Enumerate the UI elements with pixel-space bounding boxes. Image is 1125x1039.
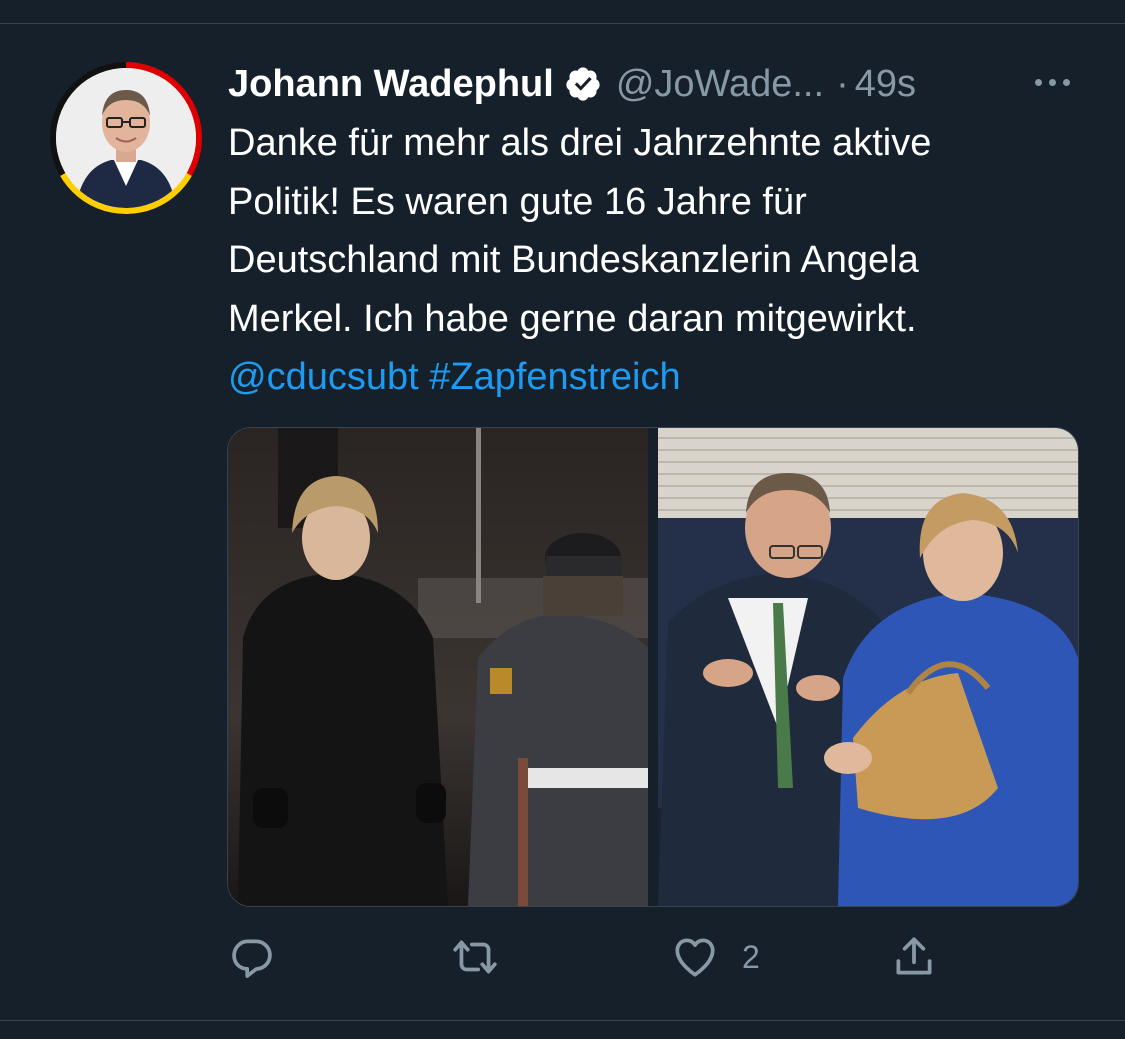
share-icon [896,937,932,975]
top-divider [0,23,1125,24]
more-dot [1062,78,1070,86]
verified-badge-icon [564,65,602,103]
tweet-text-line: Merkel. Ich habe gerne daran mitgewirkt. [228,297,917,340]
more-dot [1034,78,1042,86]
like-button[interactable]: 2 [670,925,760,989]
retweet-button[interactable] [450,925,500,989]
media-photo-right[interactable] [658,428,1078,906]
author-name[interactable]: Johann Wadephul [228,63,554,106]
tweet-text-line: Danke für mehr als drei Jahrzehnte aktiv… [228,122,932,164]
tweet-links-line: @cducsubt #Zapfenstreich [228,348,1078,407]
media-gap [648,428,658,906]
author-handle[interactable]: @JoWade... [616,63,824,106]
tweet-header: Johann Wadephul @JoWade... · 49s [228,56,1088,112]
media-grid [227,427,1079,907]
tweet-text: Danke für mehr als drei Jahrzehnte aktiv… [228,114,1078,407]
mention-link[interactable]: @cducsubt [228,356,419,398]
more-options-icon[interactable] [1027,62,1077,102]
tweet-text-line: Politik! Es waren gute 16 Jahre für [228,180,807,223]
reply-button[interactable] [227,925,277,989]
media-photo-left[interactable] [228,428,648,906]
separator-dot: · [836,62,849,105]
tweet-timestamp[interactable]: 49s [855,63,916,106]
reply-icon [232,939,272,978]
like-count: 2 [742,938,760,975]
avatar[interactable] [50,62,202,214]
avatar-photo [56,68,196,208]
retweet-icon [453,940,497,974]
heart-icon [675,938,715,977]
bottom-divider [0,1020,1125,1021]
tweet-actions: 2 [227,925,1087,989]
more-dot [1048,78,1056,86]
hashtag-link[interactable]: #Zapfenstreich [429,356,680,398]
share-button[interactable] [889,925,939,989]
tweet-text-line: Deutschland mit Bundeskanzlerin Angela [228,239,919,281]
